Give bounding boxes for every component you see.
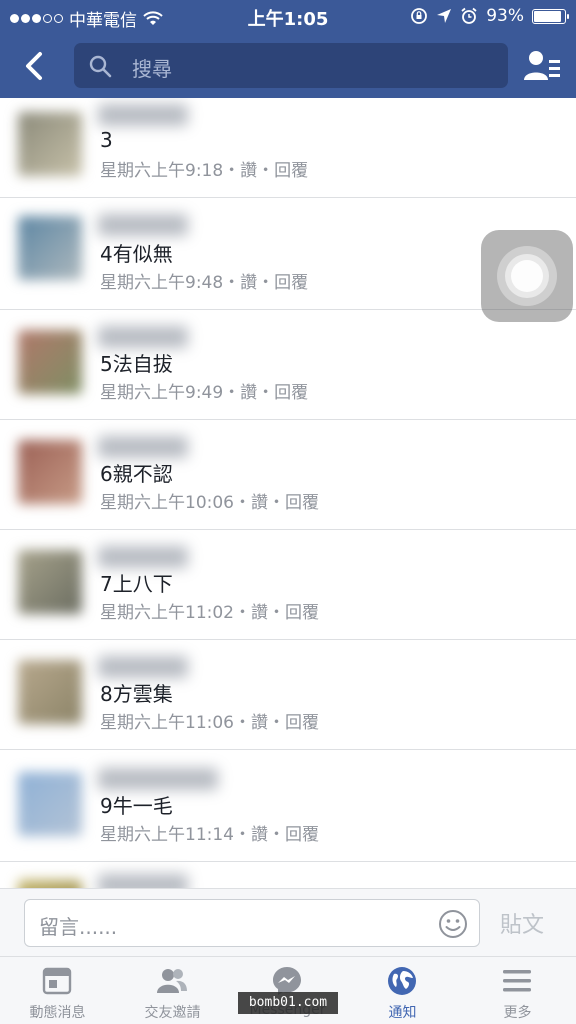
comment-text: 3 (100, 128, 113, 152)
tab-label: 更多 (503, 1005, 532, 1021)
globe-icon (388, 967, 416, 995)
chevron-left-icon (26, 52, 42, 80)
comment-text: 6親不認 (100, 462, 173, 486)
commenter-name-blurred[interactable] (98, 214, 188, 236)
comment-text: 8方雲集 (100, 682, 173, 706)
back-button[interactable] (16, 48, 52, 84)
avatar[interactable] (18, 112, 82, 176)
search-input[interactable]: 搜尋 (74, 43, 508, 88)
status-bar: 中華電信 上午1:05 93% (0, 0, 576, 34)
tab-label: 通知 (388, 1005, 417, 1021)
commenter-name-blurred[interactable] (98, 768, 218, 790)
tab-news-feed[interactable]: 動態消息 (0, 957, 115, 1024)
assistive-touch-button[interactable] (481, 230, 573, 322)
commenter-name-blurred[interactable] (98, 546, 188, 568)
commenter-name-blurred[interactable] (98, 104, 188, 126)
commenter-name-blurred[interactable] (98, 874, 188, 888)
comment-text: 7上八下 (100, 572, 173, 596)
comment-row: 8方雲集 星期六上午11:06・讚・回覆 (0, 640, 576, 750)
tab-label: 動態消息 (29, 1005, 86, 1021)
tab-notifications[interactable]: 通知 (345, 957, 460, 1024)
watermark: bomb01.com (238, 992, 338, 1014)
comment-row: 5法自拔 星期六上午9:49・讚・回覆 (0, 310, 576, 420)
comment-placeholder: 留言...... (39, 915, 118, 939)
comment-text: 5法自拔 (100, 352, 173, 376)
person-list-icon (524, 51, 560, 80)
emoji-icon[interactable] (437, 908, 469, 940)
comment-row: 3 星期六上午9:18・讚・回覆 (0, 98, 576, 198)
friends-list-button[interactable] (522, 46, 562, 86)
comment-meta: 星期六上午9:48・讚・回覆 (100, 273, 309, 293)
comment-row: 7上八下 星期六上午11:02・讚・回覆 (0, 530, 576, 640)
tab-label: 交友邀請 (144, 1005, 201, 1021)
comment-meta: 星期六上午11:14・讚・回覆 (100, 825, 319, 845)
comment-row: 6親不認 星期六上午10:06・讚・回覆 (0, 420, 576, 530)
comment-text: 4有似無 (100, 242, 173, 266)
comment-text: 9牛一毛 (100, 794, 173, 818)
comment-meta: 星期六上午10:06・讚・回覆 (100, 493, 319, 513)
comment-meta: 星期六上午9:18・讚・回覆 (100, 161, 309, 181)
post-button[interactable]: 貼文 (500, 907, 544, 939)
commenter-name-blurred[interactable] (98, 436, 188, 458)
avatar[interactable] (18, 330, 82, 394)
comment-composer: 留言...... 貼文 (0, 888, 576, 956)
commenter-name-blurred[interactable] (98, 656, 188, 678)
tab-friend-requests[interactable]: 交友邀請 (115, 957, 230, 1024)
comment-meta: 星期六上午11:06・讚・回覆 (100, 713, 319, 733)
avatar[interactable] (18, 216, 82, 280)
comment-list[interactable]: 3 星期六上午9:18・讚・回覆 4有似無 星期六上午9:48・讚・回覆 5法自… (0, 98, 576, 888)
avatar[interactable] (18, 440, 82, 504)
nav-bar: 搜尋 (0, 34, 576, 98)
search-icon (89, 55, 112, 78)
search-placeholder: 搜尋 (132, 57, 172, 81)
commenter-name-blurred[interactable] (98, 326, 188, 348)
rotation-lock-icon (411, 8, 428, 24)
comment-meta: 星期六上午11:02・讚・回覆 (100, 603, 319, 623)
avatar[interactable] (18, 880, 82, 888)
news-feed-icon (42, 967, 72, 995)
avatar[interactable] (18, 550, 82, 614)
battery-icon (532, 8, 569, 24)
comment-input[interactable]: 留言...... (24, 899, 480, 947)
friend-requests-icon (157, 969, 187, 993)
location-icon (437, 9, 452, 23)
avatar[interactable] (18, 772, 82, 836)
comment-meta: 星期六上午9:49・讚・回覆 (100, 383, 309, 403)
battery-percent: 93% (486, 6, 524, 26)
menu-icon (503, 970, 531, 992)
comment-row: 9牛一毛 星期六上午11:14・讚・回覆 (0, 750, 576, 862)
tab-more[interactable]: 更多 (460, 957, 575, 1024)
status-right: 93% (410, 6, 569, 26)
comment-row (0, 862, 576, 888)
avatar[interactable] (18, 660, 82, 724)
alarm-icon (461, 7, 477, 24)
